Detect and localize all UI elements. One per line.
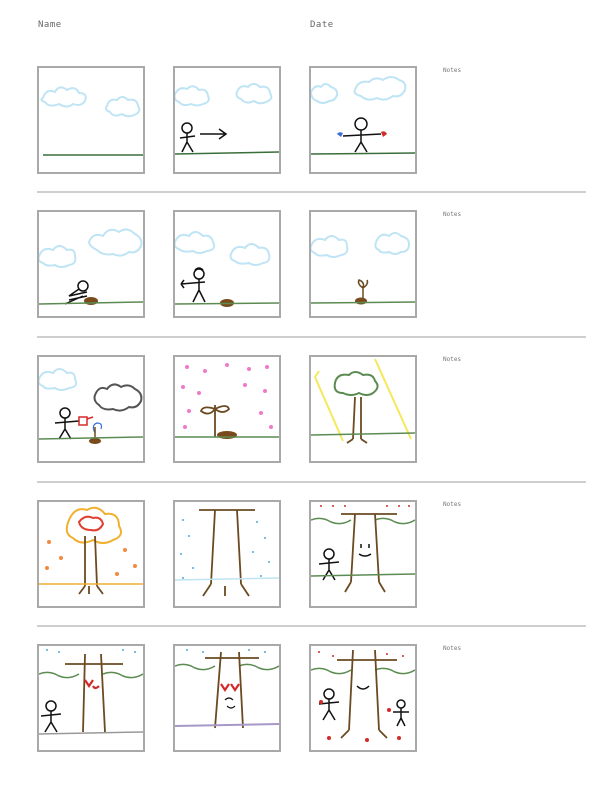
row-divider	[37, 336, 586, 338]
storyboard-panel-1-1	[37, 66, 145, 174]
drawing-figure-leaving-seed	[175, 231, 279, 307]
storyboard-panel-3-3	[309, 355, 417, 463]
storyboard-panel-1-3	[309, 66, 417, 174]
storyboard-panel-5-1	[37, 644, 145, 752]
storyboard-panel-4-2	[173, 500, 281, 608]
drawing-sad-tree-with-figure	[39, 649, 143, 735]
drawing-winter-tree-snow	[175, 509, 279, 597]
storyboard-panel-5-3	[309, 644, 417, 752]
drawing-clouds-empty-field	[40, 86, 143, 156]
drawing-autumn-tree	[39, 506, 143, 595]
blossom-marks	[181, 363, 273, 429]
storyboard-panel-1-2	[173, 66, 281, 174]
drawing-figure-digging	[39, 228, 143, 305]
storyboard-panel-3-1	[37, 355, 145, 463]
drawing-crying-tree	[175, 649, 279, 729]
name-label: Name	[38, 20, 62, 30]
drawing-seed-sprouting	[311, 232, 415, 305]
drawing-sapling-pink-blossoms	[175, 363, 279, 439]
storyboard-panel-4-1	[37, 500, 145, 608]
storyboard-panel-2-3	[309, 210, 417, 318]
notes-label: Notes	[443, 356, 462, 363]
storyboard-panel-3-2	[173, 355, 281, 463]
row-divider	[37, 625, 586, 627]
storyboard-panel-5-2	[173, 644, 281, 752]
date-label: Date	[310, 20, 334, 30]
storyboard-panel-2-2	[173, 210, 281, 318]
drawing-figure-with-tools	[311, 76, 415, 155]
storyboard-panel-4-3	[309, 500, 417, 608]
notes-label: Notes	[443, 645, 462, 652]
drawing-happy-tree-two-figures	[311, 649, 415, 742]
row-divider	[37, 191, 586, 193]
storyboard-panel-2-1	[37, 210, 145, 318]
drawing-young-tree-sunshine	[311, 358, 415, 444]
notes-label: Notes	[443, 501, 462, 508]
notes-label: Notes	[443, 67, 462, 74]
drawing-tree-smiling-with-figure	[311, 505, 415, 593]
notes-label: Notes	[443, 211, 462, 218]
drawing-figure-watering-sprout	[39, 368, 143, 444]
drawing-figure-walking-arrow	[175, 83, 279, 155]
row-divider	[37, 481, 586, 483]
